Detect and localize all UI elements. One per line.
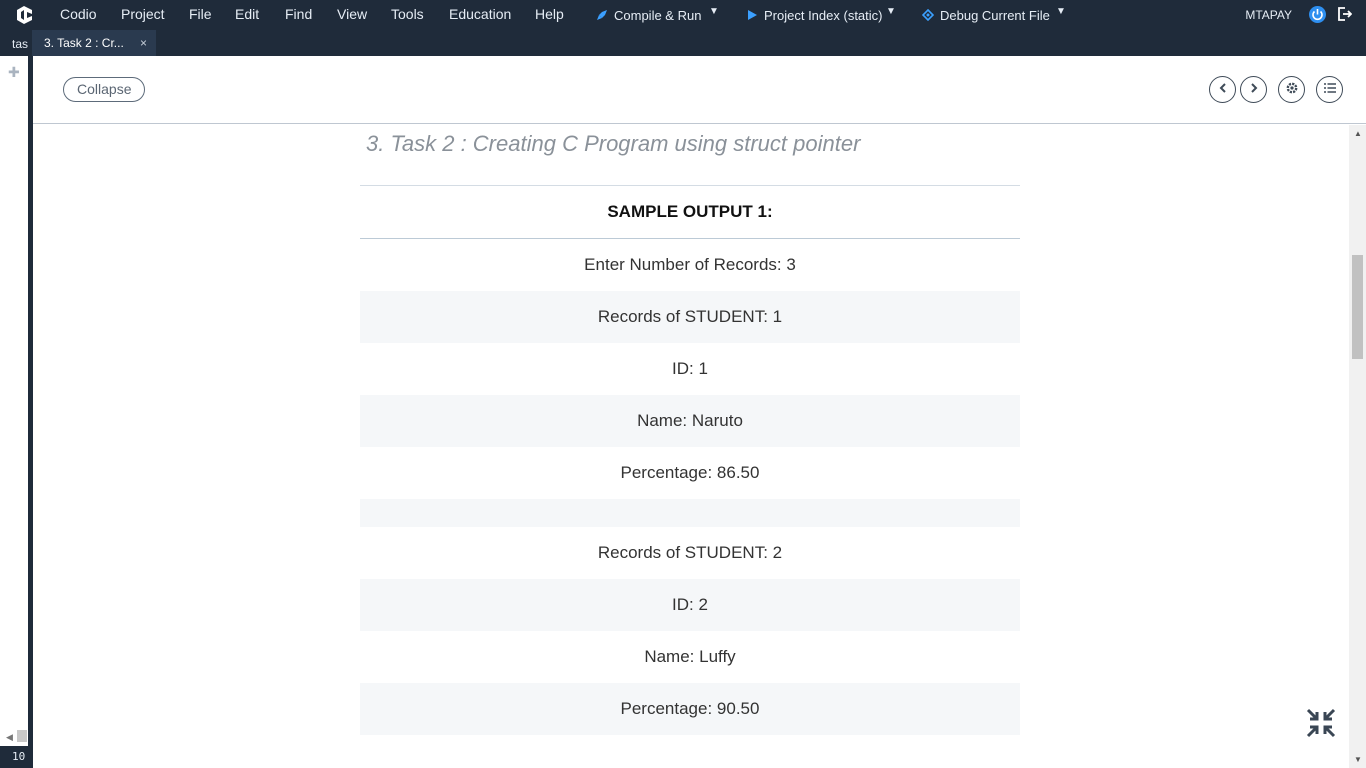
close-icon[interactable]: ×	[140, 36, 147, 50]
table-row: Percentage: 86.50	[620, 463, 760, 482]
table-row: Records of STUDENT: 2	[597, 543, 783, 562]
menu-education[interactable]: Education	[449, 6, 511, 22]
vertical-scrollbar[interactable]: ▲ ▼	[1349, 125, 1366, 768]
table-row	[360, 499, 1020, 527]
table-row: Name: Luffy	[644, 647, 736, 666]
add-icon[interactable]: ✚	[8, 64, 20, 81]
compile-run-label: Compile & Run	[614, 8, 702, 23]
debug-icon	[922, 9, 934, 21]
menu-file[interactable]: File	[189, 6, 212, 22]
vertical-scrollbar-thumb[interactable]	[1352, 255, 1363, 359]
sample-output-heading: SAMPLE OUTPUT 1:	[607, 202, 773, 221]
menu-help[interactable]: Help	[535, 6, 564, 22]
settings-button[interactable]	[1278, 76, 1305, 103]
list-icon	[1323, 83, 1336, 93]
logout-icon[interactable]	[1336, 6, 1352, 22]
table-of-contents-button[interactable]	[1316, 76, 1343, 103]
previous-page-button[interactable]	[1209, 76, 1236, 103]
menu-codio[interactable]: Codio	[60, 6, 97, 22]
project-index-label: Project Index (static)	[764, 8, 883, 23]
scroll-down-icon[interactable]: ▼	[1354, 755, 1362, 764]
menu-project[interactable]: Project	[121, 6, 165, 22]
table-row: Name: Naruto	[360, 395, 1020, 447]
status-line-number: 10	[0, 746, 30, 768]
chevron-right-icon	[1250, 83, 1257, 93]
table-row: ID: 2	[360, 579, 1020, 631]
project-index-dropdown-icon[interactable]: ▼	[886, 6, 896, 17]
menu-bar: Codio Project File Edit Find View Tools …	[0, 0, 1366, 30]
table-row: ID: 1	[672, 359, 708, 378]
scroll-left-icon[interactable]: ◀	[6, 732, 13, 743]
debug-current-file-button[interactable]: Debug Current File	[922, 8, 1050, 23]
menu-find[interactable]: Find	[285, 6, 312, 22]
table-row	[360, 735, 1020, 768]
play-icon	[748, 10, 757, 20]
compile-run-dropdown-icon[interactable]: ▼	[709, 6, 719, 17]
table-row: Percentage: 90.50	[360, 683, 1020, 735]
guide-panel: Collapse 3. Task 2 : Creating C Program …	[33, 56, 1366, 768]
menu-tools[interactable]: Tools	[391, 6, 424, 22]
project-index-button[interactable]: Project Index (static)	[746, 8, 883, 23]
codio-logo-icon[interactable]	[14, 5, 34, 25]
next-page-button[interactable]	[1240, 76, 1267, 103]
scroll-up-icon[interactable]: ▲	[1354, 129, 1362, 138]
menu-edit[interactable]: Edit	[235, 6, 259, 22]
chevron-left-icon	[1219, 83, 1226, 93]
collapse-button[interactable]: Collapse	[63, 77, 146, 102]
debug-current-file-label: Debug Current File	[940, 8, 1050, 23]
user-name[interactable]: MTAPAY	[1245, 8, 1292, 22]
tab-task-2[interactable]: 3. Task 2 : Cr... ×	[32, 30, 156, 56]
guide-content: 3. Task 2 : Creating C Program using str…	[33, 125, 1349, 768]
horizontal-scrollbar-thumb[interactable]	[17, 730, 27, 742]
table-row: Enter Number of Records: 3	[584, 255, 796, 274]
rocket-icon	[597, 10, 607, 20]
tab-bar: 3. Task 2 : Cr... ×	[32, 30, 1366, 56]
compile-run-button[interactable]: Compile & Run	[596, 8, 701, 23]
page-title: 3. Task 2 : Creating C Program using str…	[366, 131, 861, 156]
table-row: Records of STUDENT: 1	[360, 291, 1020, 343]
debug-dropdown-icon[interactable]: ▼	[1056, 6, 1066, 17]
tab-task-2-label: 3. Task 2 : Cr...	[44, 36, 124, 50]
gear-icon	[1286, 82, 1297, 94]
menu-view[interactable]: View	[337, 6, 367, 22]
side-tab[interactable]: tas	[0, 30, 30, 56]
left-side-panel: tas ✚ ◀ 10	[0, 30, 30, 768]
exit-fullscreen-icon[interactable]	[1305, 707, 1337, 739]
guide-toolbar: Collapse	[33, 56, 1366, 124]
power-icon[interactable]	[1309, 6, 1326, 23]
